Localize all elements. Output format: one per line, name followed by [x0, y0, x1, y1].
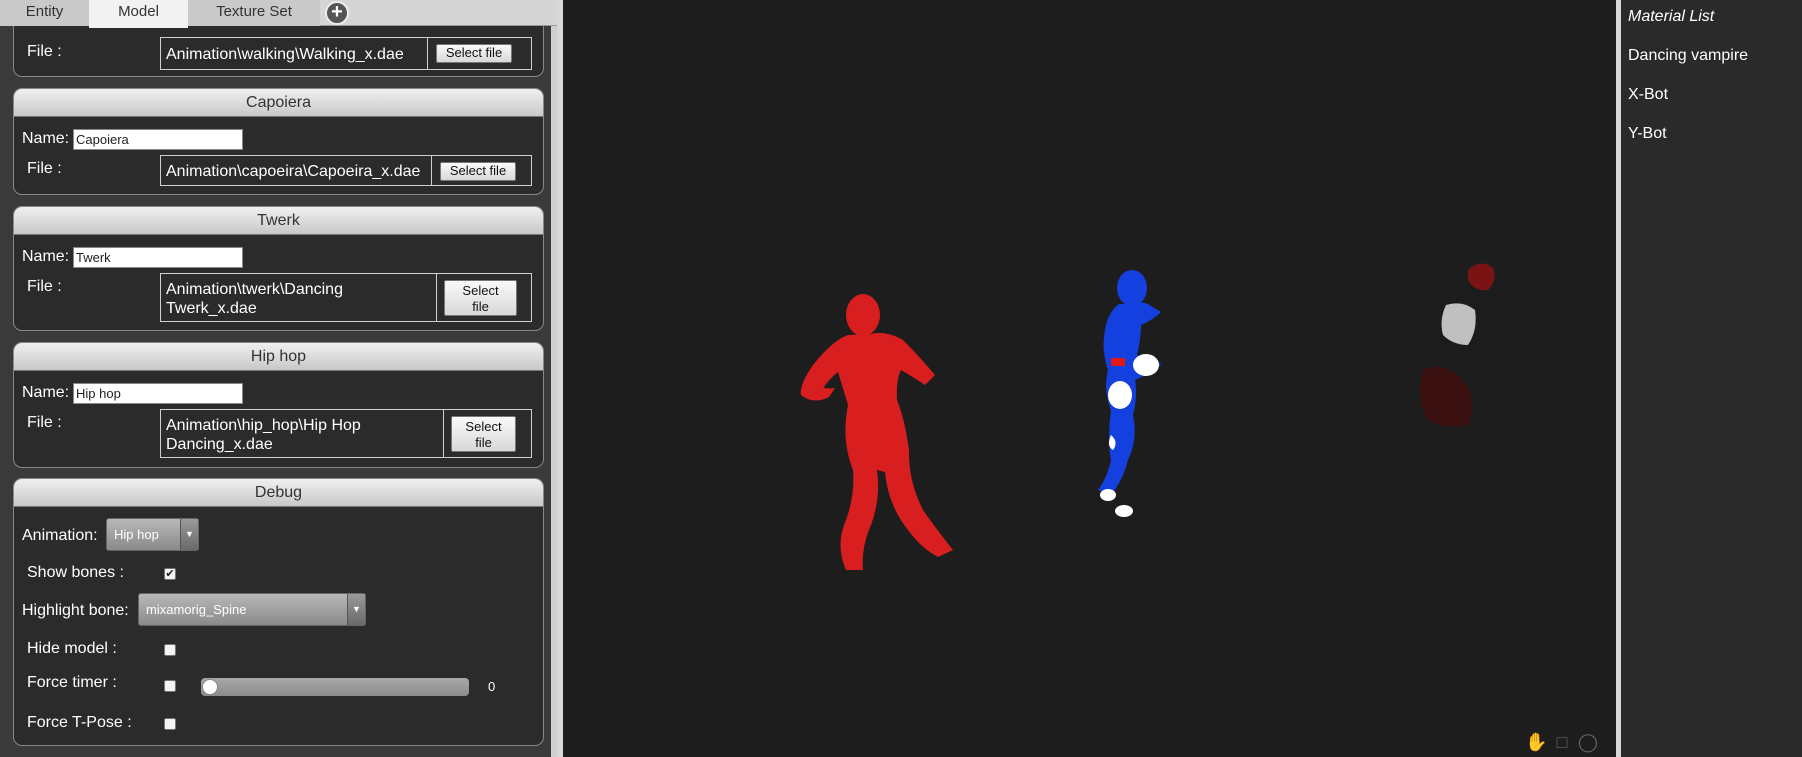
- show-bones-label: Show bones :: [27, 564, 124, 581]
- force-timer-slider[interactable]: [201, 678, 469, 696]
- material-item-dancing-vampire[interactable]: Dancing vampire: [1628, 47, 1748, 65]
- animation-select-value: Hip hop: [114, 527, 159, 542]
- dark-figure: [1405, 263, 1531, 429]
- button-text-line-1: Select: [465, 419, 502, 434]
- force-tpose-label: Force T-Pose :: [27, 714, 132, 731]
- file-path-line-1: Animation\twerk\Dancing: [166, 281, 343, 298]
- name-input[interactable]: Capoiera: [73, 129, 243, 150]
- add-tab-icon[interactable]: +: [325, 1, 349, 25]
- file-path-line-1: Animation\hip_hop\Hip Hop: [166, 417, 361, 434]
- hide-model-label: Hide model :: [27, 640, 117, 657]
- material-list-title: Material List: [1628, 8, 1715, 25]
- material-item-y-bot[interactable]: Y-Bot: [1628, 125, 1667, 143]
- red-figure: [800, 294, 953, 570]
- debug-section: Debug Animation: Hip hop ▼ Show bones : …: [13, 478, 544, 746]
- animation-select[interactable]: Hip hop ▼: [106, 518, 199, 551]
- name-input[interactable]: Twerk: [73, 247, 243, 268]
- button-text-line-2: file: [475, 435, 492, 450]
- file-path-line-2: Twerk_x.dae: [166, 300, 257, 317]
- force-tpose-checkbox[interactable]: [164, 718, 176, 730]
- file-path-box: Animation\capoeira\Capoeira_x.dae Select…: [160, 155, 532, 186]
- force-timer-label: Force timer :: [27, 674, 117, 691]
- tab-model[interactable]: Model: [89, 0, 188, 28]
- force-timer-checkbox[interactable]: [164, 680, 176, 692]
- animation-section-twerk: Twerk Name: Twerk File : Animation\twerk…: [13, 206, 544, 331]
- name-label: Name:: [22, 248, 70, 265]
- tab-entity[interactable]: Entity: [0, 0, 89, 26]
- button-text-line-1: Select: [462, 283, 499, 298]
- highlight-bone-label: Highlight bone:: [22, 602, 129, 619]
- file-path-box: Animation\twerk\Dancing Twerk_x.dae Sele…: [160, 273, 532, 322]
- bounding-box-icon[interactable]: □: [1551, 731, 1573, 753]
- tab-texture-set[interactable]: Texture Set: [188, 0, 320, 26]
- globe-icon[interactable]: ◯: [1577, 731, 1599, 753]
- slider-thumb[interactable]: [202, 679, 218, 695]
- material-item-x-bot[interactable]: X-Bot: [1628, 86, 1668, 104]
- file-path-box: Animation\hip_hop\Hip Hop Dancing_x.dae …: [160, 409, 532, 458]
- file-box-divider: [443, 410, 444, 457]
- file-label: File :: [27, 43, 62, 60]
- file-path-line-2: Dancing_x.dae: [166, 436, 273, 453]
- show-bones-checkbox[interactable]: ✔: [164, 568, 176, 580]
- tab-bar: Entity Model Texture Set +: [0, 0, 557, 28]
- button-text-line-2: file: [472, 299, 489, 314]
- file-path-box: Animation\walking\Walking_x.dae Select f…: [160, 37, 532, 70]
- file-box-divider: [436, 274, 437, 321]
- section-header[interactable]: Hip hop: [14, 343, 543, 371]
- select-file-button[interactable]: Select file: [444, 280, 517, 316]
- scene-render: [800, 263, 1531, 570]
- name-label: Name:: [22, 130, 70, 147]
- material-list-panel: Material List Dancing vampire X-Bot Y-Bo…: [1621, 0, 1802, 757]
- section-header[interactable]: Capoiera: [14, 89, 543, 117]
- select-file-button[interactable]: Select file: [451, 416, 516, 452]
- name-input[interactable]: Hip hop: [73, 383, 243, 404]
- animation-section-capoiera: Capoiera Name: Capoiera File : Animation…: [13, 88, 544, 195]
- file-label: File :: [27, 278, 62, 295]
- hide-model-checkbox[interactable]: [164, 644, 176, 656]
- section-header[interactable]: Twerk: [14, 207, 543, 235]
- model-editor-panel: File : Animation\walking\Walking_x.dae S…: [0, 0, 557, 757]
- animation-section-hiphop: Hip hop Name: Hip hop File : Animation\h…: [13, 342, 544, 468]
- name-label: Name:: [22, 384, 70, 401]
- highlight-bone-select-value: mixamorig_Spine: [146, 602, 247, 617]
- 3d-viewport[interactable]: ✋ □ ◯: [563, 0, 1616, 757]
- section-header[interactable]: Debug: [14, 479, 543, 507]
- hand-icon[interactable]: ✋: [1525, 731, 1547, 753]
- file-path-text: Animation\walking\Walking_x.dae: [166, 46, 404, 63]
- file-path-text: Animation\capoeira\Capoeira_x.dae: [166, 163, 421, 180]
- select-file-button[interactable]: Select file: [436, 44, 512, 63]
- highlight-bone-select[interactable]: mixamorig_Spine ▼: [138, 593, 366, 626]
- force-timer-value: 0: [488, 679, 496, 694]
- file-box-divider: [427, 38, 428, 69]
- file-label: File :: [27, 414, 62, 431]
- select-file-button[interactable]: Select file: [440, 162, 516, 181]
- chevron-down-icon: ▼: [347, 594, 365, 625]
- chevron-down-icon: ▼: [180, 519, 198, 550]
- file-box-divider: [431, 156, 432, 185]
- animation-label: Animation:: [22, 527, 98, 544]
- blue-figure: [1098, 270, 1161, 517]
- file-label: File :: [27, 160, 62, 177]
